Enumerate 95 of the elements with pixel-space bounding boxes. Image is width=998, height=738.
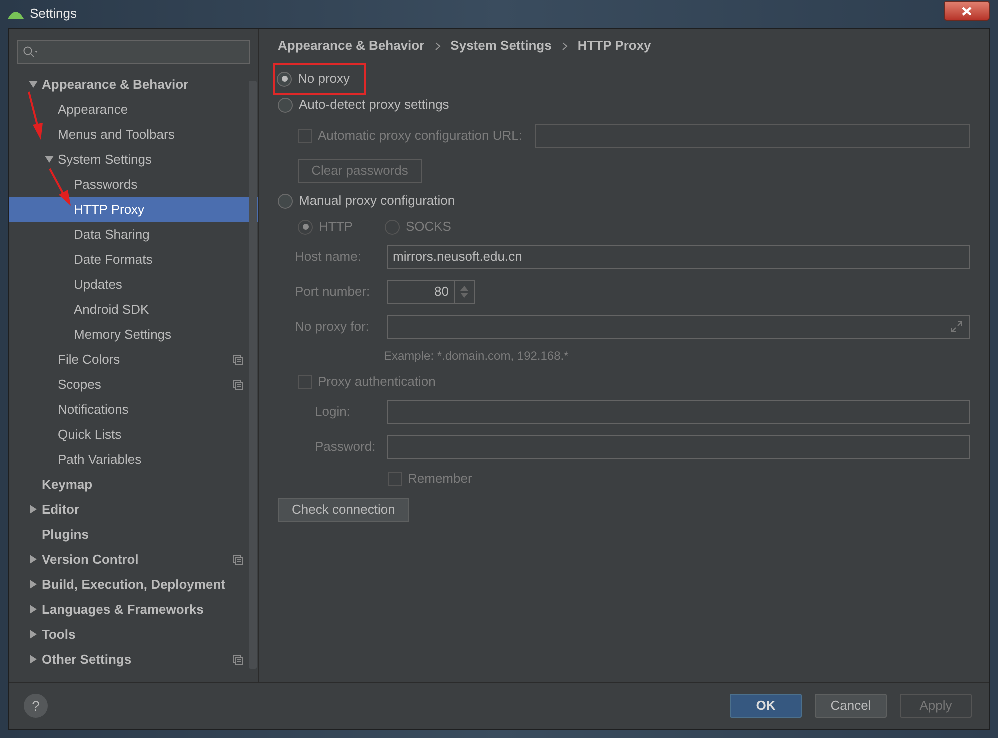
collapse-arrow-icon[interactable] [45, 155, 54, 164]
tree-item-label: System Settings [58, 150, 152, 169]
tree-item-label: Notifications [58, 400, 129, 419]
tree-item[interactable]: Updates [9, 272, 258, 297]
tree-item-label: Version Control [42, 550, 139, 569]
tree-item-label: Keymap [42, 476, 93, 494]
expand-arrow-icon[interactable] [29, 655, 38, 664]
app-icon [8, 9, 24, 19]
tree-item[interactable]: Quick Lists [9, 422, 258, 447]
tree-item-label: Appearance & Behavior [42, 76, 189, 94]
tree-item-label: HTTP Proxy [74, 200, 145, 219]
breadcrumb-item[interactable]: Appearance & Behavior [278, 36, 425, 56]
help-button[interactable]: ? [24, 694, 48, 718]
tree-item[interactable]: Languages & Frameworks [9, 597, 258, 622]
close-button[interactable] [944, 1, 990, 21]
tree-item[interactable]: Appearance & Behavior [9, 72, 258, 97]
tree-item[interactable]: Other Settings [9, 647, 258, 672]
tree-item-label: Other Settings [42, 650, 132, 669]
tree-item-label: Editor [42, 500, 80, 519]
radio-label: No proxy [298, 70, 350, 88]
radio-label: SOCKS [406, 218, 452, 236]
scrollbar[interactable] [249, 81, 257, 669]
ok-button[interactable]: OK [730, 694, 802, 718]
tree-item[interactable]: Version Control [9, 547, 258, 572]
checkbox-label: Proxy authentication [318, 373, 436, 392]
example-hint: Example: *.domain.com, 192.168.* [384, 348, 569, 365]
tree-item-label: Data Sharing [74, 226, 150, 244]
window-title: Settings [30, 5, 77, 24]
annotation-arrow [49, 168, 73, 208]
tree-item-label: Tools [42, 626, 76, 644]
radio-label: Auto-detect proxy settings [299, 96, 450, 114]
expand-arrow-icon[interactable] [29, 580, 38, 589]
breadcrumb-item[interactable]: System Settings [450, 36, 552, 56]
checkbox-label: Remember [408, 470, 472, 488]
tree-item[interactable]: Notifications [9, 397, 258, 422]
tree-item-label: Passwords [74, 176, 138, 194]
tree-item-label: Android SDK [74, 300, 150, 319]
checkbox-label: Automatic proxy configuration URL: [318, 127, 522, 146]
tree-item[interactable]: Build, Execution, Deployment [9, 572, 258, 597]
field-label: Host name: [295, 248, 362, 266]
tree-item[interactable]: Plugins [9, 522, 258, 547]
tree-item[interactable]: Editor [9, 497, 258, 522]
radio-label: Manual proxy configuration [299, 192, 456, 210]
expand-arrow-icon[interactable] [29, 505, 38, 514]
tree-item[interactable]: Date Formats [9, 247, 258, 272]
tree-item[interactable]: Android SDK [9, 297, 258, 322]
login-field[interactable] [387, 400, 970, 424]
tree-item[interactable]: Keymap [9, 472, 258, 497]
field-label: Login: [315, 403, 352, 422]
tree-item[interactable]: Data Sharing [9, 222, 258, 247]
expand-arrow-icon[interactable] [29, 605, 38, 614]
tree-item-label: Appearance [58, 100, 128, 119]
expand-arrow-icon[interactable] [29, 630, 38, 639]
collapse-arrow-icon[interactable] [29, 80, 38, 89]
radio-button[interactable] [278, 98, 293, 112]
tree-item[interactable]: File Colors [9, 347, 258, 372]
tree-item-label: Build, Execution, Deployment [42, 576, 226, 594]
tree-item[interactable]: System Settings [9, 147, 258, 172]
search-field[interactable] [17, 40, 250, 64]
tree-item-label: Memory Settings [74, 326, 172, 344]
no-proxy-field[interactable] [387, 315, 970, 339]
tree-item[interactable]: HTTP Proxy [9, 197, 258, 222]
spinner-arrows-icon[interactable] [460, 285, 469, 299]
tree-item[interactable]: Tools [9, 622, 258, 647]
chevron-icon [562, 42, 568, 50]
tree-item-label: Scopes [58, 376, 102, 394]
tree-item[interactable]: Passwords [9, 172, 258, 197]
tree-item[interactable]: Menus and Toolbars [9, 122, 258, 147]
radio-label: HTTP [319, 218, 353, 236]
tree-item-label: Menus and Toolbars [58, 126, 175, 144]
tree-item-label: Updates [74, 276, 122, 294]
tree-item[interactable]: Scopes [9, 372, 258, 397]
password-field[interactable] [387, 435, 970, 459]
breadcrumb-item[interactable]: HTTP Proxy [578, 36, 652, 56]
tree-item-label: Plugins [42, 526, 89, 544]
field-label: Port number: [295, 283, 372, 302]
expand-arrow-icon[interactable] [29, 555, 38, 564]
tree-item[interactable]: Memory Settings [9, 322, 258, 347]
tree-item-label: File Colors [58, 350, 120, 369]
close-icon [962, 6, 972, 16]
tree-item-label: Languages & Frameworks [42, 600, 204, 619]
tree-item[interactable]: Path Variables [9, 447, 258, 472]
field-label: No proxy for: [295, 318, 370, 336]
expand-icon[interactable] [951, 321, 963, 333]
dialog-button[interactable]: Cancel [815, 694, 887, 718]
search-icon [23, 46, 39, 58]
check-connection-button[interactable]: Check connection [278, 498, 410, 522]
tree-item-label: Path Variables [58, 450, 142, 469]
field-label: Password: [315, 438, 377, 456]
tree-item-label: Date Formats [74, 250, 153, 269]
url-field[interactable] [535, 124, 970, 148]
chevron-icon [434, 42, 441, 50]
radio-button[interactable] [277, 72, 292, 86]
tree-item-label: Quick Lists [58, 426, 122, 444]
tree-item[interactable]: Appearance [9, 97, 258, 122]
